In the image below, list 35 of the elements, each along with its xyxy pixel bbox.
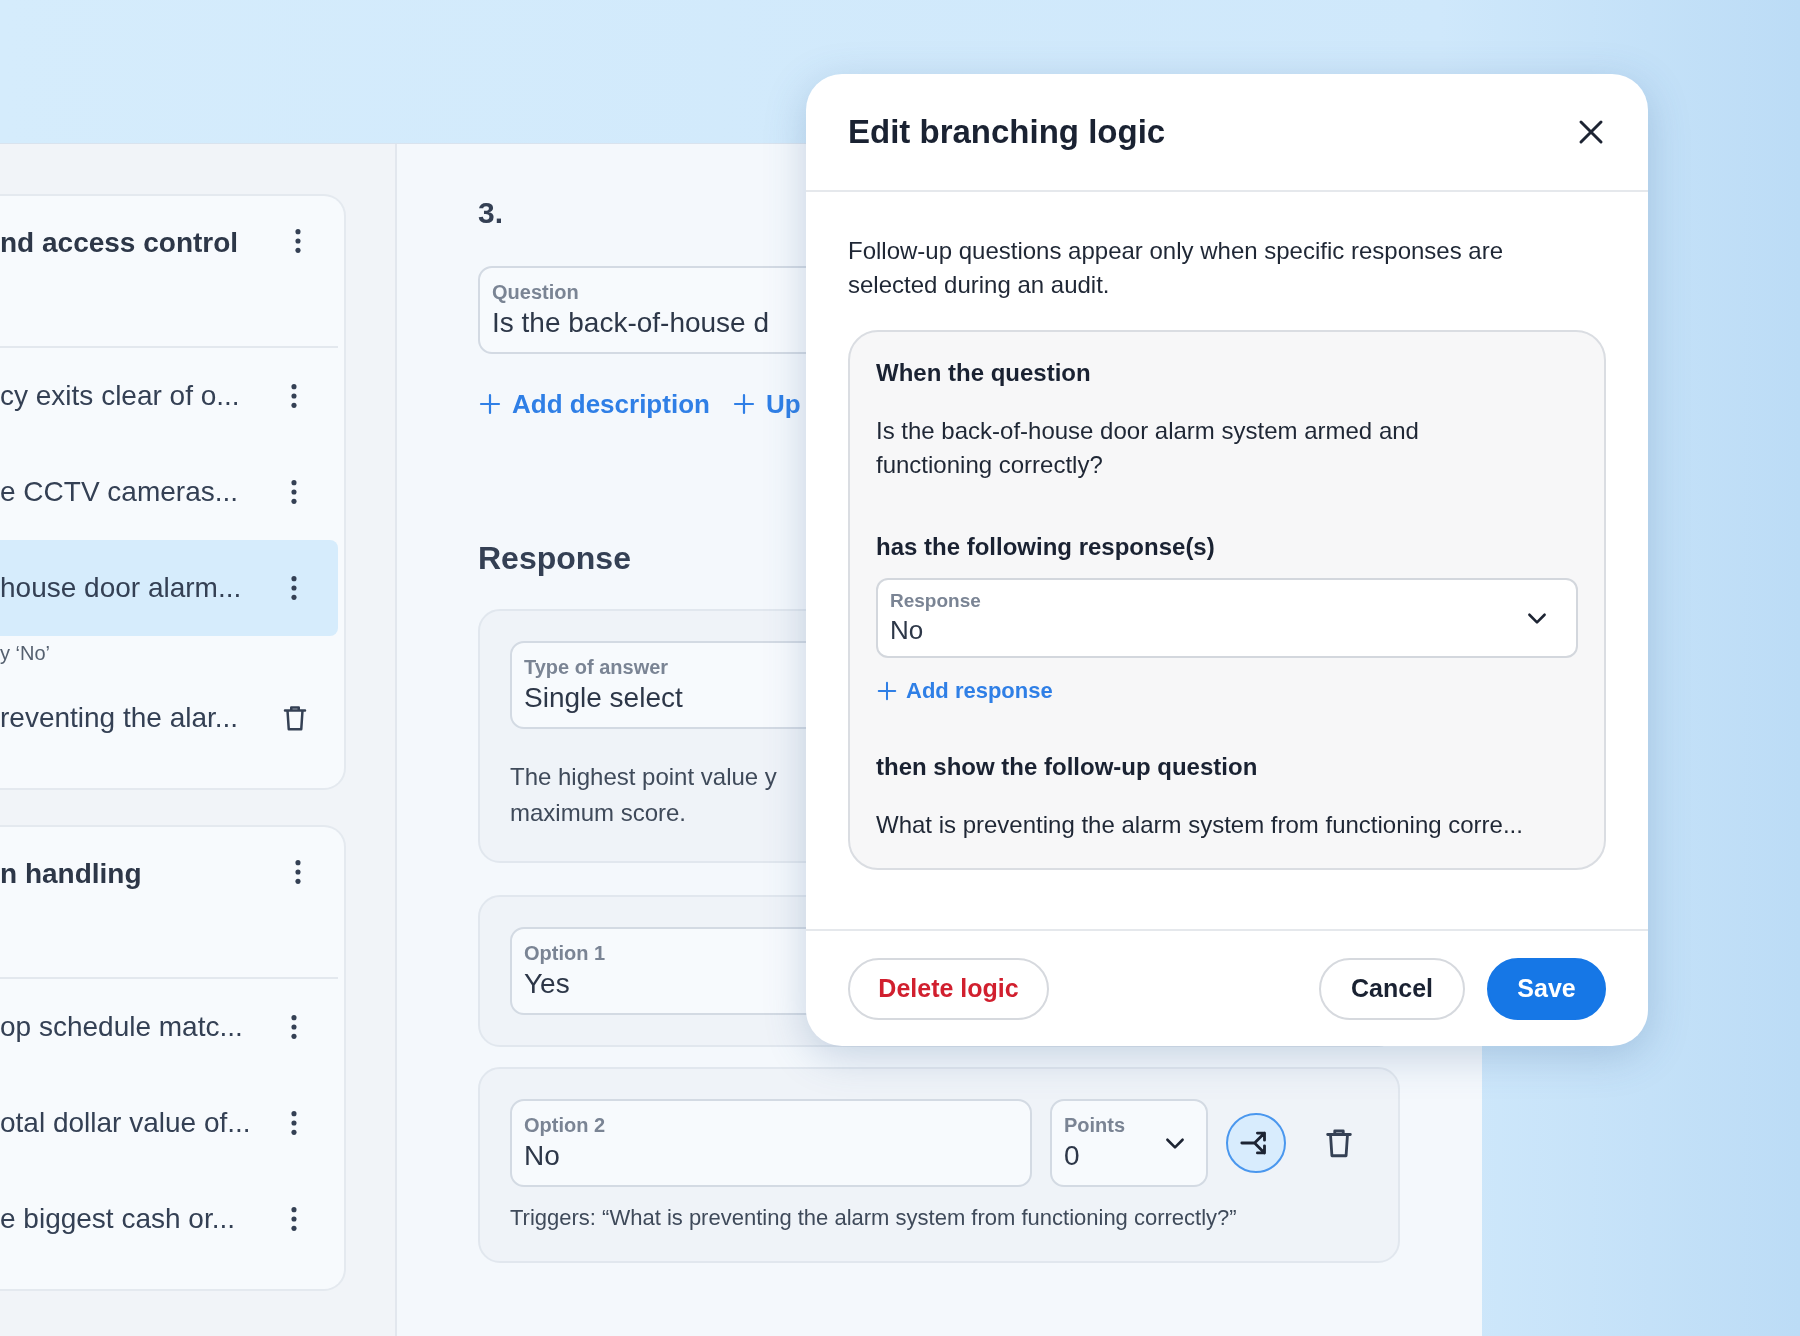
option-field[interactable]: Option 2 No bbox=[510, 1099, 1032, 1187]
response-select[interactable]: Response No bbox=[876, 578, 1578, 658]
question-item[interactable]: op schedule matc... bbox=[0, 979, 338, 1075]
follow-up-item[interactable]: reventing the alar... bbox=[0, 702, 239, 734]
trigger-text: Triggers: “What is preventing the alarm system from functioning correctly?” bbox=[510, 1205, 1238, 1231]
section-heading: Response bbox=[478, 540, 631, 578]
add-link[interactable]: Add description bbox=[478, 388, 710, 420]
plus-icon bbox=[478, 392, 502, 416]
section-label: then show the follow-up question bbox=[876, 752, 1259, 782]
question-item[interactable]: e biggest cash or... bbox=[0, 1171, 338, 1267]
plus-icon bbox=[876, 680, 898, 702]
condition-label: y ‘No’ bbox=[0, 641, 51, 666]
section-label: When the question bbox=[876, 358, 1092, 388]
question-item[interactable]: otal dollar value of... bbox=[0, 1075, 338, 1171]
dialog-title: Edit branching logic bbox=[848, 113, 1166, 151]
question-item[interactable]: cy exits clear of o... bbox=[0, 348, 338, 444]
question-item[interactable]: house door alarm... bbox=[0, 540, 338, 636]
save-button[interactable]: Save bbox=[1487, 957, 1606, 1020]
follow-up-text: What is preventing the alarm system from functioning corre... bbox=[876, 810, 1524, 840]
add-link[interactable]: Up bbox=[731, 388, 801, 420]
cancel-button[interactable]: Cancel bbox=[1319, 957, 1465, 1020]
section-label: has the following response(s) bbox=[876, 532, 1216, 562]
question-number: 3. bbox=[478, 196, 504, 231]
delete-button[interactable]: Delete logic bbox=[848, 957, 1049, 1020]
hint-text: The highest point value y bbox=[510, 762, 777, 792]
section-title: nd access control bbox=[0, 226, 239, 260]
question-item[interactable]: e CCTV cameras... bbox=[0, 444, 338, 540]
branch-button[interactable] bbox=[1226, 1113, 1286, 1173]
plus-icon bbox=[731, 392, 756, 416]
add-response-link[interactable]: Add response bbox=[876, 678, 1053, 704]
hint-text: maximum score. bbox=[510, 798, 687, 828]
question-text: Is the back-of-house door alarm system armed and functioning correctly? bbox=[876, 416, 1420, 480]
points-select[interactable]: Points 0 bbox=[1050, 1099, 1208, 1187]
section-title: n handling bbox=[0, 857, 142, 891]
description-text: Follow-up questions appear only when specific responses are selected during an audit. bbox=[848, 236, 1505, 300]
